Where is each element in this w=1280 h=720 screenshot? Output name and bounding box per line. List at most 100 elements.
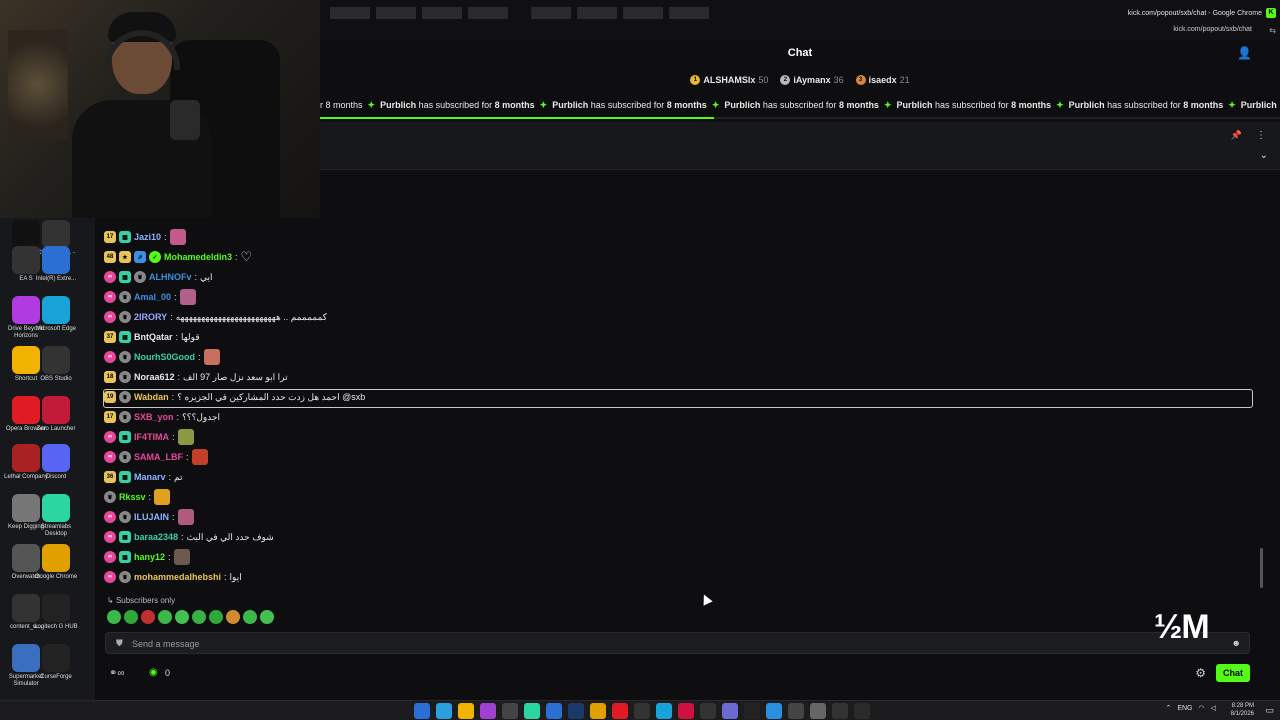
users-icon[interactable]: 👤 xyxy=(1237,46,1252,60)
message-input-box[interactable]: ⛊ ☻ xyxy=(105,632,1250,654)
message-username[interactable]: Rkssv xyxy=(119,492,146,502)
chevron-down-icon[interactable]: ⌄ xyxy=(1260,150,1268,161)
app-taskbar-icon-2[interactable] xyxy=(502,703,518,719)
message-username[interactable]: NourhS0Good xyxy=(134,352,195,362)
pinned-message[interactable]: 📌 ⋮ ⌄ xyxy=(320,122,1280,170)
emote-6[interactable] xyxy=(192,610,206,624)
chat-message[interactable]: ∞ ♛ SAMA_LBF: xyxy=(104,448,208,466)
message-username[interactable]: SAMA_LBF xyxy=(134,452,183,462)
chat-message[interactable]: 18 ♛ Noraa612: ترا ابو سعد نزل صار 97 الف xyxy=(104,368,288,386)
app-taskbar-icon-4[interactable] xyxy=(634,703,650,719)
leaderboard-entry[interactable]: 3 isaedx 21 xyxy=(855,75,910,85)
emote-5[interactable] xyxy=(175,610,189,624)
notification-icon[interactable]: ▭ xyxy=(1265,705,1274,716)
emote-9[interactable] xyxy=(243,610,257,624)
emote-1[interactable] xyxy=(107,610,121,624)
chat-message[interactable]: ∞ ♛ ILUJAIN: xyxy=(104,508,194,526)
desktop-icon[interactable]: Zero Launcher xyxy=(32,396,80,433)
app-taskbar-icon-1[interactable] xyxy=(480,703,496,719)
gear-icon[interactable]: ⚙ xyxy=(1195,666,1206,680)
more-icon[interactable]: ⋮ xyxy=(1256,130,1266,141)
message-username[interactable]: Noraa612 xyxy=(134,372,175,382)
app-taskbar-icon-5[interactable] xyxy=(656,703,672,719)
points-icon[interactable]: ◉ xyxy=(149,667,158,678)
desktop-icon[interactable]: Discord xyxy=(32,444,80,481)
chat-message[interactable]: ♛ Rkssv: xyxy=(104,488,171,506)
app-taskbar-icon-12[interactable] xyxy=(832,703,848,719)
scrollbar[interactable] xyxy=(1260,548,1263,588)
chat-message[interactable]: ∞ ♛ mohammedalhebshi: ايوا xyxy=(104,568,242,586)
chat-message[interactable]: ∞ ♛ NourhS0Good: xyxy=(104,348,220,366)
app-taskbar-icon-3[interactable] xyxy=(546,703,562,719)
translate-icon[interactable]: ⇆ xyxy=(1269,26,1276,35)
leaderboard-entry[interactable]: 1 ALSHAMSIx 50 xyxy=(690,75,768,85)
message-username[interactable]: Mohamedeldin3 xyxy=(164,252,232,262)
app-taskbar-icon-9[interactable] xyxy=(744,703,760,719)
message-username[interactable]: ILUJAIN xyxy=(134,512,169,522)
connection-icon[interactable]: ⚭∞ xyxy=(109,668,125,679)
chat-message[interactable]: ∞ ▦ hany12: xyxy=(104,548,190,566)
explorer-taskbar-icon[interactable] xyxy=(458,703,474,719)
message-username[interactable]: baraa2348 xyxy=(134,532,178,542)
settings-taskbar-icon[interactable] xyxy=(810,703,826,719)
emote-3[interactable] xyxy=(141,610,155,624)
message-username[interactable]: mohammedalhebshi xyxy=(134,572,221,582)
leaderboard-entry[interactable]: 2 iAymanx 36 xyxy=(780,75,844,85)
desktop-icon[interactable]: Microsoft Edge xyxy=(32,296,80,333)
chat-message[interactable]: 19 ♛ Wabdan: احمد هل زدت حدد المشاركين في ا… xyxy=(104,388,365,406)
steam-taskbar-icon[interactable] xyxy=(568,703,584,719)
message-username[interactable]: IF4TIMA xyxy=(134,432,169,442)
message-username[interactable]: SXB_yon xyxy=(134,412,174,422)
message-username[interactable]: 2IRORY xyxy=(134,312,167,322)
app-taskbar-icon-10[interactable] xyxy=(766,703,782,719)
message-username[interactable]: Manarv xyxy=(134,472,166,482)
emote-8[interactable] xyxy=(226,610,240,624)
start-icon[interactable] xyxy=(414,703,430,719)
chat-message[interactable]: ∞ ▦ baraa2348: شوف حدد الي في البث xyxy=(104,528,274,546)
message-input[interactable] xyxy=(132,636,1132,651)
send-chat-button[interactable]: Chat xyxy=(1216,664,1250,682)
chat-message[interactable]: 48 ★ ⇗ ✓ Mohamedeldin3: ♡ xyxy=(104,248,252,266)
clock[interactable]: 8:28 PM 8/1/2026 xyxy=(1231,702,1254,718)
emote-2[interactable] xyxy=(124,610,138,624)
app-taskbar-icon-6[interactable] xyxy=(678,703,694,719)
chat-message[interactable]: ∞ ▦ ♛ ALHNOFv: ايي xyxy=(104,268,213,286)
volume-icon[interactable]: ◁ xyxy=(1211,704,1216,712)
message-username[interactable]: Amal_00 xyxy=(134,292,171,302)
app-taskbar-icon-13[interactable] xyxy=(854,703,870,719)
desktop-icon[interactable]: CurseForge xyxy=(32,644,80,681)
emote-4[interactable] xyxy=(158,610,172,624)
chat-message[interactable]: 17 ♛ SXB_yon: اجدول؟؟؟ xyxy=(104,408,220,426)
chat-message[interactable]: 37 ▦ BntQatar: قولها xyxy=(104,328,200,346)
desktop-icon[interactable]: Streamlabs Desktop xyxy=(32,494,80,538)
app-taskbar-icon-8[interactable] xyxy=(722,703,738,719)
wifi-icon[interactable]: ◠ xyxy=(1199,704,1205,712)
desktop-icon[interactable]: Logitech G HUB xyxy=(32,594,80,631)
chat-message[interactable]: 36 ▦ Manarv: تم xyxy=(104,468,183,486)
streamlabs-taskbar-icon[interactable] xyxy=(524,703,540,719)
chat-message[interactable]: ∞ ▦ IF4TIMA: xyxy=(104,428,194,446)
desktop-icon[interactable]: Intel(R) Extre... xyxy=(32,246,80,283)
chevron-up-icon[interactable]: ⌃ xyxy=(1165,704,1171,712)
app-taskbar-icon-7[interactable] xyxy=(700,703,716,719)
chat-message[interactable]: ∞ ♛ 2IRORY: كمممممم .. هههههههههههههههههههه… xyxy=(104,308,327,326)
chat-message[interactable]: ∞ ♛ Amal_00: xyxy=(104,288,196,306)
emote-10[interactable] xyxy=(260,610,274,624)
url-bar[interactable]: kick.com/popout/sxb/chat xyxy=(1173,26,1252,33)
opera-taskbar-icon[interactable] xyxy=(612,703,628,719)
emote-picker-row[interactable] xyxy=(107,610,274,624)
edge-taskbar-icon[interactable] xyxy=(436,703,452,719)
desktop-icon[interactable]: OBS Studio xyxy=(32,346,80,383)
message-username[interactable]: BntQatar xyxy=(134,332,173,342)
emoji-icon[interactable]: ☻ xyxy=(1232,638,1241,648)
chat-messages[interactable]: 17 ▦ Jazi10: 48 ★ ⇗ ✓ Mohamedeldin3: ♡ ∞ ▦ ♛ ALHNOFv… xyxy=(100,228,1260,588)
chat-message[interactable]: 17 ▦ Jazi10: xyxy=(104,228,186,246)
lang-indicator[interactable]: ENG xyxy=(1177,705,1192,712)
message-username[interactable]: hany12 xyxy=(134,552,165,562)
message-username[interactable]: Jazi10 xyxy=(134,232,161,242)
app-taskbar-icon-11[interactable] xyxy=(788,703,804,719)
message-username[interactable]: Wabdan xyxy=(134,392,169,402)
desktop-icon[interactable]: Google Chrome xyxy=(32,544,80,581)
emote-7[interactable] xyxy=(209,610,223,624)
pin-icon[interactable]: 📌 xyxy=(1231,130,1242,141)
